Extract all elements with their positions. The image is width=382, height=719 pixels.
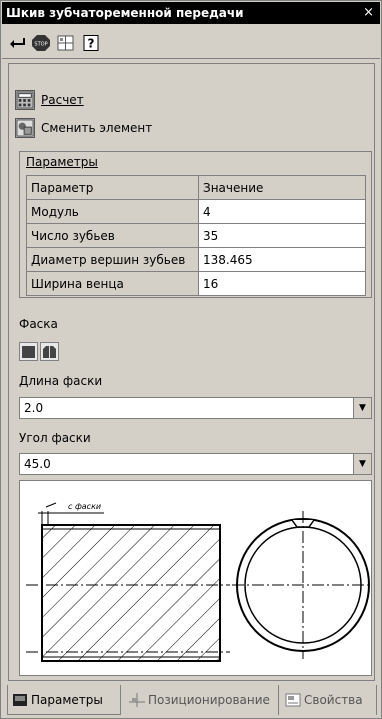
- chamfer-icon: [43, 346, 56, 358]
- drawing-annotation: с фаски: [68, 502, 101, 511]
- replace-element-icon: [15, 118, 35, 138]
- param-value[interactable]: 16: [198, 271, 366, 296]
- positioning-tab-icon: [129, 693, 145, 707]
- pulley-sketch: с фаски: [26, 502, 374, 662]
- param-name: Диаметр вершин зубьев: [26, 247, 199, 272]
- close-button[interactable]: ×: [363, 2, 374, 24]
- window-title: Шкив зубчатоременной передачи: [6, 6, 244, 20]
- pulley-drawing: с фаски: [19, 480, 374, 676]
- enter-icon[interactable]: [8, 35, 26, 51]
- table-header-row: Параметр Значение: [26, 175, 366, 200]
- title-bar: Шкив зубчатоременной передачи ×: [2, 2, 380, 24]
- chamfer-angle-label: Угол фаски: [19, 431, 91, 445]
- snap-icon[interactable]: [57, 35, 75, 51]
- params-group: Параметры Параметр Значение Модуль 4 Чис…: [19, 151, 372, 298]
- param-value[interactable]: 4: [198, 199, 366, 224]
- toolbar: STOP ?: [2, 25, 380, 59]
- dialog-window: Шкив зубчатоременной передачи × STOP ? Р…: [0, 0, 382, 719]
- params-title: Параметры: [26, 155, 98, 169]
- chamfer-on-button[interactable]: [40, 342, 59, 361]
- param-value[interactable]: 138.465: [198, 247, 366, 272]
- tab-parameters[interactable]: Параметры: [7, 685, 121, 715]
- table-row[interactable]: Число зубьев 35: [26, 223, 366, 248]
- table-row[interactable]: Модуль 4: [26, 199, 366, 224]
- tab-positioning[interactable]: Позиционирование: [125, 685, 279, 715]
- tab-properties-label: Свойства: [304, 693, 363, 707]
- calc-label: Расчет: [41, 93, 84, 107]
- chamfer-length-value: 2.0: [24, 401, 44, 415]
- no-chamfer-icon: [22, 346, 35, 358]
- help-icon[interactable]: ?: [83, 35, 101, 51]
- table-row[interactable]: Ширина венца 16: [26, 271, 366, 296]
- param-name: Число зубьев: [26, 223, 199, 248]
- parameters-tab-icon: [13, 693, 27, 706]
- chamfer-angle-value: 45.0: [24, 457, 51, 471]
- params-table: Параметр Значение Модуль 4 Число зубьев …: [26, 175, 366, 296]
- stop-icon[interactable]: STOP: [32, 35, 50, 51]
- replace-element-button[interactable]: Сменить элемент: [15, 117, 152, 139]
- param-name: Ширина венца: [26, 271, 199, 296]
- svg-text:?: ?: [88, 37, 95, 51]
- replace-element-label: Сменить элемент: [41, 121, 153, 135]
- chevron-down-icon[interactable]: ▼: [353, 454, 371, 474]
- chevron-down-icon[interactable]: ▼: [353, 398, 371, 418]
- bottom-tabs: Параметры Позиционирование Свойства: [1, 685, 381, 719]
- chamfer-angle-select[interactable]: 45.0 ▼: [19, 453, 372, 475]
- calculator-icon: [15, 90, 35, 110]
- column-header-param: Параметр: [26, 175, 199, 200]
- tab-properties[interactable]: Свойства: [281, 685, 377, 715]
- chamfer-length-label: Длина фаски: [19, 374, 103, 388]
- tab-parameters-label: Параметры: [31, 692, 103, 707]
- tab-positioning-label: Позиционирование: [148, 693, 270, 707]
- param-name: Модуль: [26, 199, 199, 224]
- param-value[interactable]: 35: [198, 223, 366, 248]
- chamfer-label: Фаска: [19, 317, 58, 331]
- table-row[interactable]: Диаметр вершин зубьев 138.465: [26, 247, 366, 272]
- chamfer-length-select[interactable]: 2.0 ▼: [19, 397, 372, 419]
- properties-tab-icon: [285, 693, 301, 707]
- chamfer-off-button[interactable]: [19, 342, 38, 361]
- svg-text:STOP: STOP: [34, 42, 47, 48]
- calc-button[interactable]: Расчет: [15, 89, 84, 111]
- column-header-value: Значение: [198, 175, 366, 200]
